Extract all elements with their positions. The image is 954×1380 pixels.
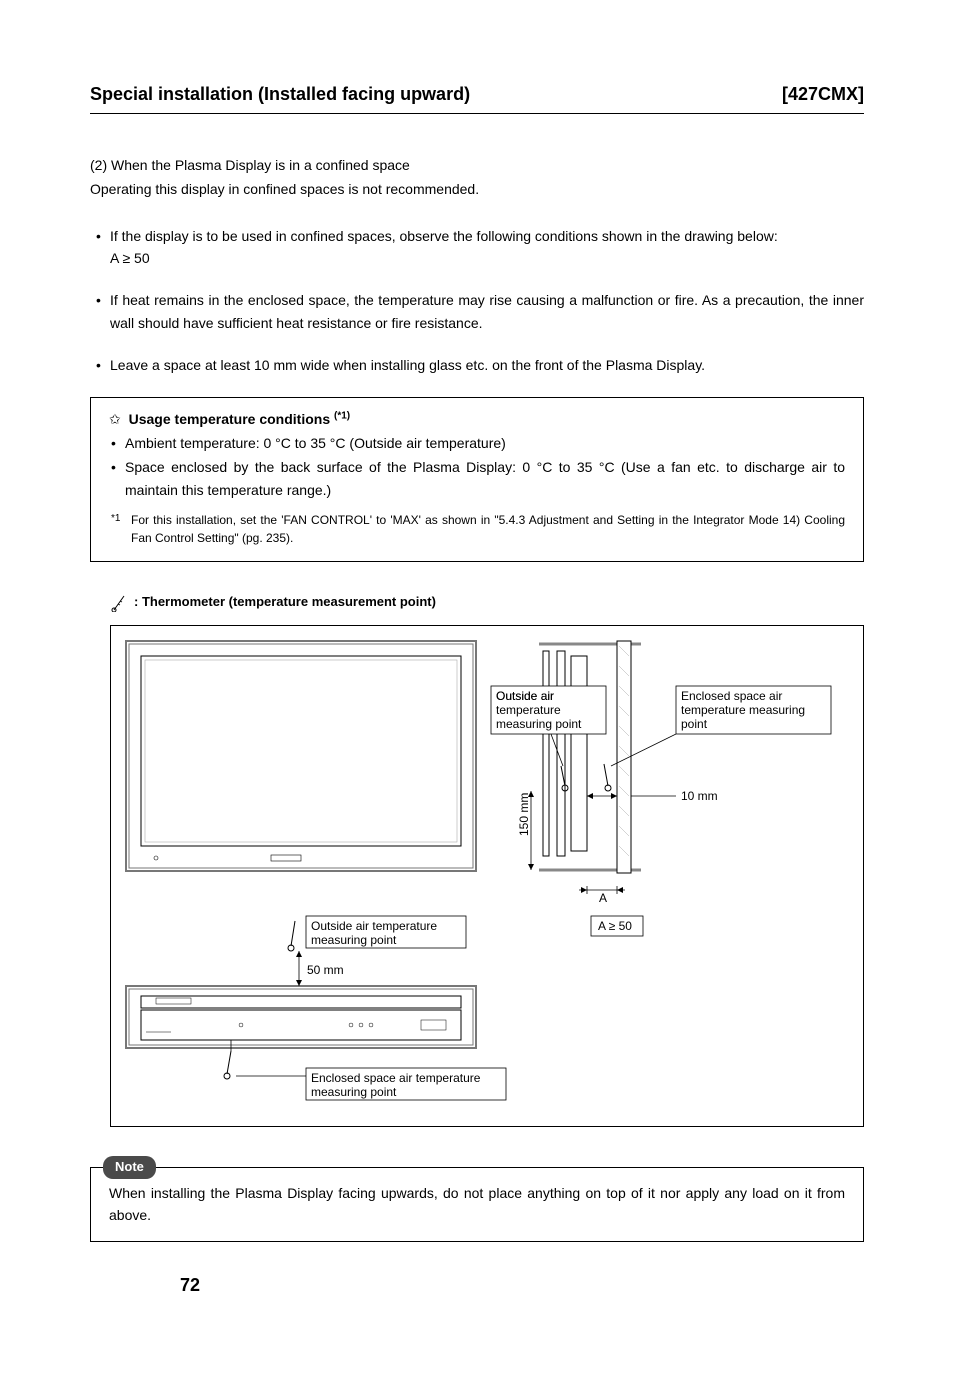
svg-text:Outside air: Outside air [496,689,554,703]
conditions-box: ✩ Usage temperature conditions (*1) Ambi… [90,397,864,563]
condition-item: Space enclosed by the back surface of th… [109,456,845,501]
thermometer-legend: : Thermometer (temperature measurement p… [110,592,864,613]
thermometer-icon [288,921,295,951]
legend-text: : Thermometer (temperature measurement p… [134,594,436,609]
dimension-label: 10 mm [681,789,718,803]
subsection-heading: (2) When the Plasma Display is in a conf… [90,154,864,176]
thermometer-icon [604,764,611,791]
bullet-item: If heat remains in the enclosed space, t… [90,289,864,334]
page-number: 72 [180,1271,200,1300]
svg-text:temperature measuring: temperature measuring [681,703,805,717]
page-header: Special installation (Installed facing u… [90,80,864,114]
svg-text:point: point [681,717,708,731]
svg-text:measuring point: measuring point [311,1085,397,1099]
footnote-ref: (*1) [334,410,350,421]
dimension-condition: A ≥ 50 [598,919,632,933]
footnote: *1 For this installation, set the 'FAN C… [109,511,845,547]
svg-text:measuring point: measuring point [311,933,397,947]
model-code: [427CMX] [782,80,864,109]
bullet-item: If the display is to be used in confined… [90,225,864,270]
svg-text:Enclosed space air temperature: Enclosed space air temperature [311,1071,481,1085]
footnote-text: For this installation, set the 'FAN CONT… [131,513,845,545]
note-text: When installing the Plasma Display facin… [109,1182,845,1227]
bullet-text: If the display is to be used in confined… [110,228,778,244]
thermometer-icon [110,594,128,612]
note-label: Note [103,1156,156,1179]
footnote-marker: *1 [111,511,120,526]
installation-diagram: Outside air Outside air temperature meas… [110,625,864,1127]
dimension-label: 150 mm [517,793,531,836]
dimension-label: 50 mm [307,963,344,977]
dimension-label: A [599,891,607,905]
star-icon: ✩ [109,411,121,427]
svg-text:temperature: temperature [496,703,561,717]
condition-item: Ambient temperature: 0 °C to 35 °C (Outs… [109,432,845,454]
svg-text:measuring point: measuring point [496,717,582,731]
bullet-subtext: A ≥ 50 [110,247,864,269]
diagram-svg: Outside air Outside air temperature meas… [121,636,841,1116]
svg-text:Outside air temperature: Outside air temperature [311,919,437,933]
note-box: Note When installing the Plasma Display … [90,1167,864,1242]
conditions-title-row: ✩ Usage temperature conditions (*1) [109,408,845,430]
conditions-title: Usage temperature conditions [129,411,331,427]
svg-text:Enclosed space air: Enclosed space air [681,689,782,703]
bullet-list: If the display is to be used in confined… [90,225,864,377]
subsection-description: Operating this display in confined space… [90,178,864,200]
thermometer-icon [224,1051,231,1079]
bullet-item: Leave a space at least 10 mm wide when i… [90,354,864,376]
section-title: Special installation (Installed facing u… [90,80,470,109]
